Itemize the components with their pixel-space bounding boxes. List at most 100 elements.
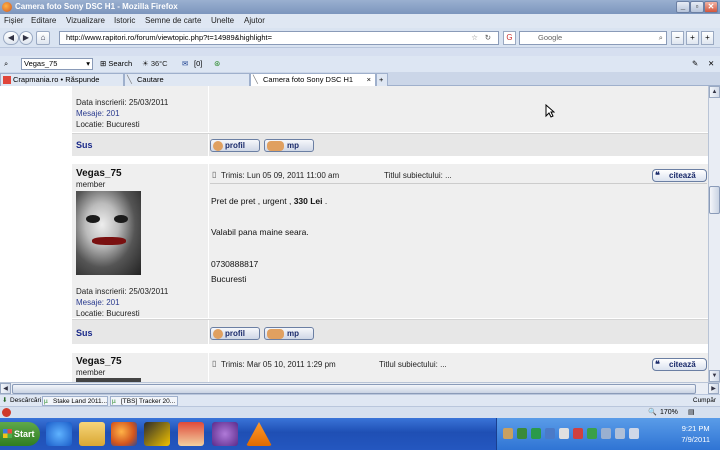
post-spacer	[72, 345, 708, 352]
scroll-left-icon[interactable]: ◀	[0, 383, 11, 394]
scroll-up-icon[interactable]: ▲	[709, 86, 720, 98]
mp-label: mp	[287, 329, 299, 338]
tray-update-icon[interactable]	[587, 428, 597, 439]
mail-icon[interactable]: ✉	[182, 56, 188, 72]
profile-select[interactable]: Vegas_75 ▾	[21, 58, 93, 70]
tray-network-icon[interactable]	[545, 428, 555, 439]
toolbar-pencil-icon[interactable]: ✎	[692, 56, 698, 72]
search-input[interactable]: Google ⌕	[519, 31, 667, 45]
utorrent-icon: µ	[44, 398, 48, 405]
toolbar-close-icon[interactable]: ✕	[708, 56, 714, 72]
post1-mp-button[interactable]: mp	[264, 327, 314, 340]
tab-camera-foto[interactable]: ╲ Camera foto Sony DSC H1 ×	[250, 73, 376, 86]
menu-help[interactable]: Ajutor	[244, 14, 265, 28]
tray-antivirus-icon[interactable]	[531, 428, 541, 439]
archive-icon[interactable]	[178, 422, 204, 446]
vlc-icon[interactable]	[246, 422, 272, 446]
clock[interactable]: 9:21 PM 7/9/2011	[681, 423, 710, 445]
search-engine-icon[interactable]: G	[503, 31, 516, 45]
minimize-button[interactable]: _	[676, 1, 690, 13]
zoom-out-icon[interactable]: −	[671, 31, 684, 45]
weather-widget[interactable]: ☀ 36°C	[142, 56, 168, 72]
quote-label: citează	[669, 360, 696, 369]
zoom-in-icon[interactable]: +	[686, 31, 699, 45]
mail-count[interactable]: [0]	[194, 56, 202, 72]
post1-line2: Valabil pana maine seara.	[211, 227, 309, 237]
post0-mp-button[interactable]: mp	[264, 139, 314, 152]
tray-shield-icon[interactable]	[573, 428, 583, 439]
status-addon-icon[interactable]: ▤	[688, 407, 695, 418]
menu-edit[interactable]: Editare	[31, 14, 56, 28]
post1-price: 330 Lei	[293, 196, 323, 206]
search-icon[interactable]: ⌕	[659, 32, 663, 44]
download-item-label: [TBS] Tracker 20...	[121, 398, 176, 405]
reload-icon[interactable]: ↻	[485, 32, 491, 44]
scroll-down-icon[interactable]: ▼	[709, 370, 720, 382]
post1-username[interactable]: Vegas_75	[76, 168, 122, 179]
tray-hand-icon[interactable]	[503, 428, 513, 439]
start-button[interactable]: Start	[0, 422, 40, 446]
post1-profil-button[interactable]: profil	[210, 327, 260, 340]
menu-history[interactable]: Istoric	[114, 14, 135, 28]
yahoo-messenger-icon[interactable]	[212, 422, 238, 446]
winamp-icon[interactable]	[144, 422, 170, 446]
post0-profil-button[interactable]: profil	[210, 139, 260, 152]
horizontal-scroll-thumb[interactable]	[12, 384, 696, 394]
tab-cautare[interactable]: ╲ Cautare	[124, 73, 250, 86]
zoom-level[interactable]: 170%	[660, 407, 678, 418]
tray-flag-icon[interactable]	[559, 428, 569, 439]
tray-utorrent-icon[interactable]	[517, 428, 527, 439]
tab-label: Cautare	[137, 75, 164, 84]
toolbar-search-icon[interactable]: ⌕	[4, 56, 8, 72]
post1-quote-button[interactable]: ❝ citează	[652, 169, 707, 182]
menu-view[interactable]: Vizualizare	[66, 14, 105, 28]
url-bar[interactable]: http://www.rapitori.ro/forum/viewtopic.p…	[59, 31, 499, 45]
home-icon[interactable]: ⌂	[36, 31, 50, 45]
vertical-scrollbar[interactable]: ▲ ▼	[708, 86, 720, 382]
downloads-right-label[interactable]: Cumpăr	[693, 395, 716, 406]
new-tab-button[interactable]: +	[376, 73, 388, 86]
post0-sus-link[interactable]: Sus	[76, 140, 93, 150]
menu-file[interactable]: Fișier	[4, 14, 24, 28]
back-icon[interactable]: ◀	[3, 31, 19, 45]
post2-username[interactable]: Vegas_75	[76, 356, 122, 367]
post1-joined: Data inscrierii: 25/03/2011	[76, 287, 169, 296]
close-button[interactable]: ✕	[704, 1, 718, 13]
menu-bar: Fișier Editare Vizualizare Istoric Semne…	[0, 14, 720, 28]
post2-quote-button[interactable]: ❝ citează	[652, 358, 707, 371]
post1-date: Trimis: Lun 05 09, 2011 11:00 am	[221, 171, 340, 180]
window-title: Camera foto Sony DSC H1 - Mozilla Firefo…	[15, 2, 178, 11]
tray-monitor-icon[interactable]	[615, 428, 625, 439]
menu-bookmarks[interactable]: Semne de carte	[145, 14, 201, 28]
menu-tools[interactable]: Unelte	[211, 14, 234, 28]
internet-explorer-icon[interactable]	[46, 422, 72, 446]
clock-date: 7/9/2011	[681, 435, 710, 444]
post1-line1-suffix: .	[322, 196, 328, 206]
download-item[interactable]: µ [TBS] Tracker 20...	[110, 396, 178, 406]
maximize-button[interactable]: ▫	[690, 1, 704, 13]
forward-icon[interactable]: ▶	[19, 31, 33, 45]
firefox-taskbar-icon[interactable]	[111, 422, 137, 446]
vertical-scroll-thumb[interactable]	[709, 186, 720, 214]
firefox-icon	[2, 2, 12, 12]
horizontal-scrollbar[interactable]: ◀ ▶	[0, 382, 720, 394]
avatar-mouth	[92, 237, 126, 245]
addon-icon[interactable]: ⊛	[214, 56, 220, 72]
post1-messages: Mesaje: 201	[76, 298, 120, 307]
status-alert-icon[interactable]	[2, 408, 11, 417]
tray-volume-icon[interactable]	[629, 428, 639, 439]
tab-crapmania[interactable]: Crapmania.ro • Răspunde	[0, 73, 124, 86]
folder-icon[interactable]	[79, 422, 105, 446]
scroll-right-icon[interactable]: ▶	[708, 383, 719, 394]
menu-plus-icon[interactable]: +	[701, 31, 714, 45]
avatar-eye	[86, 215, 100, 223]
download-item[interactable]: µ Stake Land 2011...	[42, 396, 108, 406]
post1-sus-link[interactable]: Sus	[76, 328, 93, 338]
tray-device-icon[interactable]	[601, 428, 611, 439]
window-title-bar[interactable]: Camera foto Sony DSC H1 - Mozilla Firefo…	[0, 0, 720, 14]
post1-location: Locatie: Bucuresti	[76, 309, 140, 318]
bookmark-star-icon[interactable]: ☆	[471, 32, 478, 44]
downloads-label[interactable]: Descărcări	[10, 395, 41, 406]
toolbar-search-button[interactable]: ⊞ Search	[100, 56, 132, 72]
tab-close-icon[interactable]: ×	[367, 74, 371, 86]
